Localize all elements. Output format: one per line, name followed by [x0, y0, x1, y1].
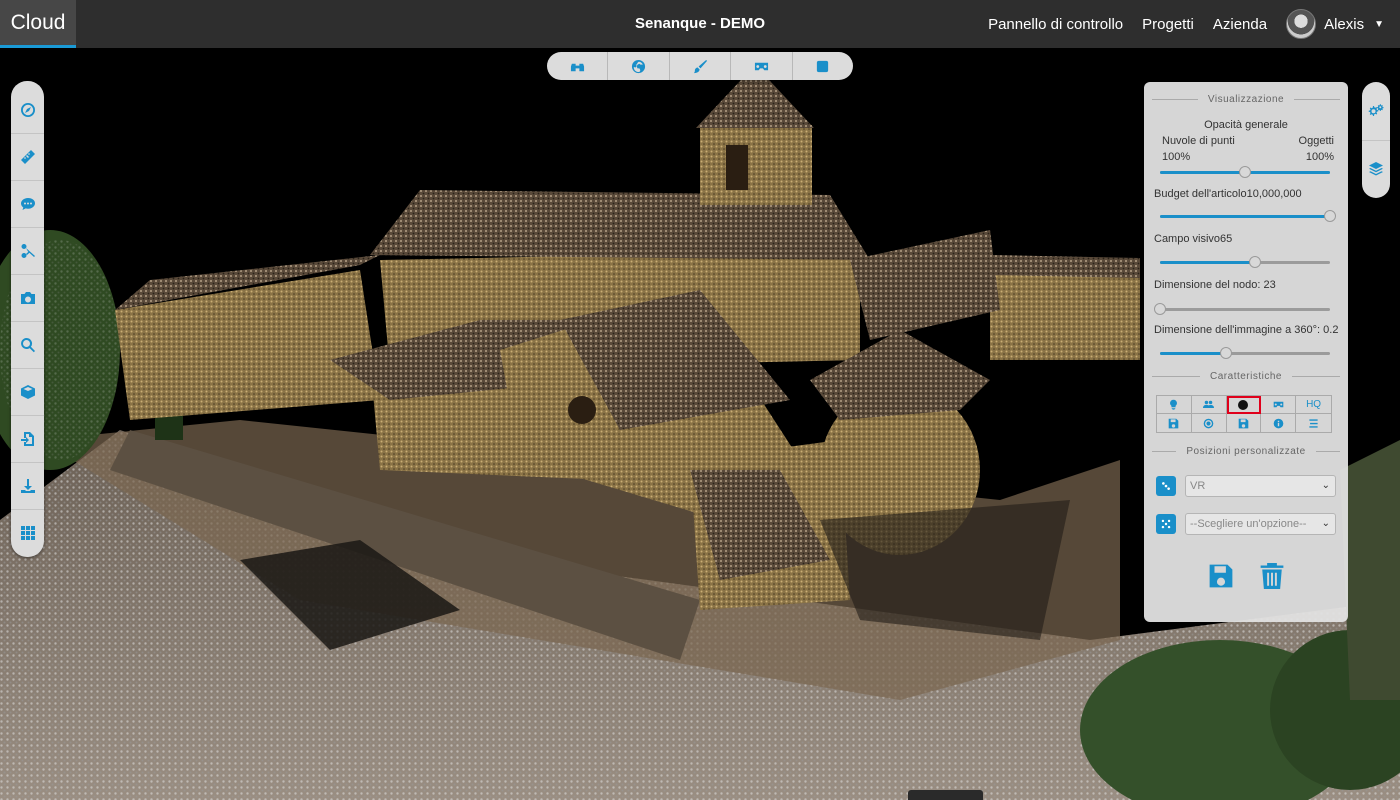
section-features: Caratteristiche	[1152, 369, 1340, 383]
search-icon[interactable]	[11, 322, 44, 369]
save-icon[interactable]	[1227, 414, 1262, 432]
hq-button[interactable]: HQ	[1296, 396, 1331, 414]
chevron-down-icon: ⌄	[1321, 480, 1330, 491]
layers-icon[interactable]	[1362, 141, 1390, 199]
position-select-2[interactable]: --Scegliere un'opzione-- ⌄	[1185, 513, 1336, 535]
download-icon[interactable]	[11, 463, 44, 510]
brush-icon[interactable]	[670, 52, 732, 80]
opacity-title: Opacità generale	[1204, 119, 1288, 131]
budget-slider[interactable]	[1160, 210, 1336, 222]
vr-headset-icon[interactable]	[731, 52, 793, 80]
vr-headset-icon[interactable]	[1261, 396, 1297, 414]
app-window: Cloud Senanque - DEMO Pannello di contro…	[0, 0, 1400, 800]
camera-icon[interactable]	[11, 275, 44, 322]
select-value: --Scegliere un'opzione--	[1190, 518, 1307, 530]
section-title: Posizioni personalizzate	[1186, 445, 1306, 457]
point-clouds-value: 100%	[1162, 151, 1191, 163]
section-title: Visualizzazione	[1207, 93, 1285, 105]
list-icon[interactable]	[1296, 414, 1331, 432]
avatar	[1286, 9, 1317, 39]
info-icon[interactable]	[1261, 414, 1297, 432]
users-icon[interactable]	[1191, 396, 1227, 414]
right-toolbar	[1362, 82, 1390, 198]
nav-link-dashboard[interactable]: Pannello di controllo	[988, 16, 1123, 33]
chevron-down-icon: ▼	[1374, 18, 1384, 30]
dice-icon[interactable]	[1156, 476, 1176, 496]
image360-slider[interactable]	[1160, 347, 1330, 359]
budget-label: Budget dell'articolo10,000,000	[1154, 188, 1302, 200]
brand-logo[interactable]: Cloud	[0, 0, 76, 48]
globe-icon[interactable]	[608, 52, 670, 80]
visualization-panel: Visualizzazione Opacità generale Nuvole …	[1144, 82, 1348, 622]
user-name: Alexis	[1324, 15, 1365, 33]
section-title: Caratteristiche	[1210, 370, 1282, 382]
user-menu[interactable]: Alexis ▼	[1286, 9, 1384, 39]
bottom-tab[interactable]	[908, 790, 983, 800]
circle-icon[interactable]	[1226, 396, 1262, 414]
file-import-icon[interactable]	[11, 416, 44, 463]
section-positions: Posizioni personalizzate	[1152, 444, 1340, 458]
scissors-icon[interactable]	[11, 228, 44, 275]
cogs-icon[interactable]	[1362, 82, 1390, 141]
node-size-slider[interactable]	[1154, 303, 1330, 315]
features-grid: HQ	[1156, 395, 1332, 433]
position-row-1: VR ⌄	[1156, 474, 1336, 498]
fov-label: Campo visivo65	[1154, 233, 1233, 245]
objects-label: Oggetti	[1298, 135, 1334, 147]
node-size-label: Dimensione del nodo: 23	[1154, 279, 1276, 291]
position-select-1[interactable]: VR ⌄	[1185, 475, 1336, 497]
top-toolbar	[547, 52, 853, 80]
top-navbar: Cloud Senanque - DEMO Pannello di contro…	[0, 0, 1400, 48]
nav-link-company[interactable]: Azienda	[1213, 16, 1267, 33]
grid-icon[interactable]	[11, 510, 44, 557]
ruler-icon[interactable]	[11, 134, 44, 181]
section-visualization: Visualizzazione	[1152, 92, 1340, 106]
panel-actions	[1144, 562, 1348, 590]
position-row-2: --Scegliere un'opzione-- ⌄	[1156, 512, 1336, 536]
compass-icon[interactable]	[11, 87, 44, 134]
save-icon[interactable]	[1208, 562, 1234, 590]
project-title: Senanque - DEMO	[634, 15, 765, 32]
cube-icon[interactable]	[11, 369, 44, 416]
target-icon[interactable]	[1192, 414, 1227, 432]
trash-icon[interactable]	[1259, 562, 1285, 590]
fov-slider[interactable]	[1160, 256, 1330, 268]
square-icon[interactable]	[793, 52, 853, 80]
comment-icon[interactable]	[11, 181, 44, 228]
lightbulb-icon[interactable]	[1157, 396, 1192, 414]
nav-link-projects[interactable]: Progetti	[1142, 16, 1194, 33]
opacity-slider[interactable]	[1160, 166, 1330, 178]
dot-icon	[1238, 399, 1249, 410]
nav-links: Pannello di controllo Progetti Azienda A…	[988, 0, 1384, 48]
point-clouds-label: Nuvole di punti	[1162, 135, 1235, 147]
binoculars-icon[interactable]	[547, 52, 609, 80]
select-value: VR	[1190, 480, 1206, 492]
dice-icon[interactable]	[1156, 514, 1176, 534]
left-toolbar	[11, 81, 44, 557]
image360-label: Dimensione dell'immagine a 360°: 0.2	[1154, 324, 1339, 336]
objects-value: 100%	[1305, 151, 1334, 163]
save-icon[interactable]	[1157, 414, 1192, 432]
chevron-down-icon: ⌄	[1321, 518, 1330, 529]
